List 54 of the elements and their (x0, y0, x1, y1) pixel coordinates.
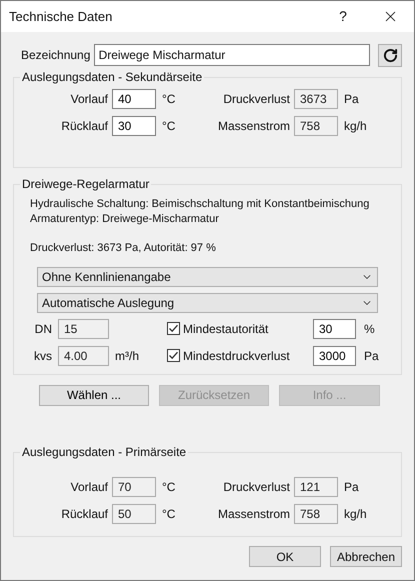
field-label: Druckverlust (222, 479, 291, 496)
dropdown[interactable]: Automatische Auslegung (37, 292, 378, 312)
dialog-button[interactable]: Abbrechen (330, 546, 402, 567)
input-field[interactable]: Dreiwege Mischarmatur (94, 44, 370, 66)
input-field[interactable]: 50 (112, 504, 156, 524)
refresh-button[interactable] (378, 44, 402, 66)
unit-label: m³/h (115, 348, 139, 362)
input-field[interactable]: 758 (294, 116, 338, 136)
field-label: DN (34, 320, 53, 338)
input-field[interactable]: 121 (294, 477, 338, 497)
unit-label: Pa (343, 479, 359, 496)
input-field[interactable]: 4.00 (58, 346, 109, 366)
unit-label: °C (161, 479, 176, 496)
dropdown[interactable]: Ohne Kennlinienangabe (37, 266, 378, 286)
input-field[interactable]: 70 (112, 477, 156, 497)
window-title: Technische Daten (9, 8, 112, 26)
unit-label: Pa (343, 91, 359, 108)
checkbox-label: Mindestautorität (183, 320, 268, 338)
summary-text: Druckverlust: 3673 Pa, Autorität: 97 % (30, 241, 216, 256)
unit-label: °C (161, 506, 176, 523)
info-text: Armaturentyp: Dreiwege-Mischarmatur (30, 212, 219, 227)
action-button[interactable]: Wählen ... (39, 384, 149, 406)
unit-label: kg/h (343, 506, 367, 523)
unit-label: kg/h (343, 118, 367, 135)
refresh-icon (382, 48, 398, 62)
field-label: Massenstrom (216, 118, 291, 135)
field-label: kvs (33, 348, 53, 364)
dialog-button[interactable]: OK (249, 546, 321, 567)
field-label: Massenstrom (216, 506, 291, 523)
field-label: Rücklauf (60, 118, 109, 135)
group-title: Auslegungsdaten - Primärseite (21, 445, 188, 459)
group-title: Auslegungsdaten - Sekundärseite (21, 70, 204, 84)
unit-label: °C (161, 118, 176, 135)
input-field[interactable]: 758 (294, 504, 338, 524)
input-field[interactable]: 3000 (313, 346, 356, 366)
group-title: Dreiwege-Regelarmatur (21, 177, 150, 191)
input-field[interactable]: 40 (112, 89, 156, 109)
unit-label: % (363, 320, 376, 338)
input-field[interactable]: 30 (112, 116, 156, 136)
field-label: Vorlauf (70, 91, 109, 108)
checkbox[interactable] (167, 349, 180, 362)
input-field[interactable]: 15 (58, 318, 109, 338)
input-field[interactable]: 30 (313, 318, 356, 338)
unit-label: Pa (363, 348, 380, 364)
field-label: Vorlauf (70, 479, 109, 496)
input-field[interactable]: 3673 (294, 89, 338, 109)
checkbox[interactable] (167, 322, 180, 335)
checkbox-label: Mindestdruckverlust (183, 348, 290, 364)
field-label: Bezeichnung (20, 47, 92, 64)
unit-label: °C (161, 91, 176, 108)
field-label: Rücklauf (60, 506, 109, 523)
field-label: Druckverlust (222, 91, 291, 108)
info-text: Hydraulische Schaltung: Beimischschaltung mit Konstantbeimischung (30, 197, 370, 212)
help-button[interactable]: ? (328, 2, 358, 32)
